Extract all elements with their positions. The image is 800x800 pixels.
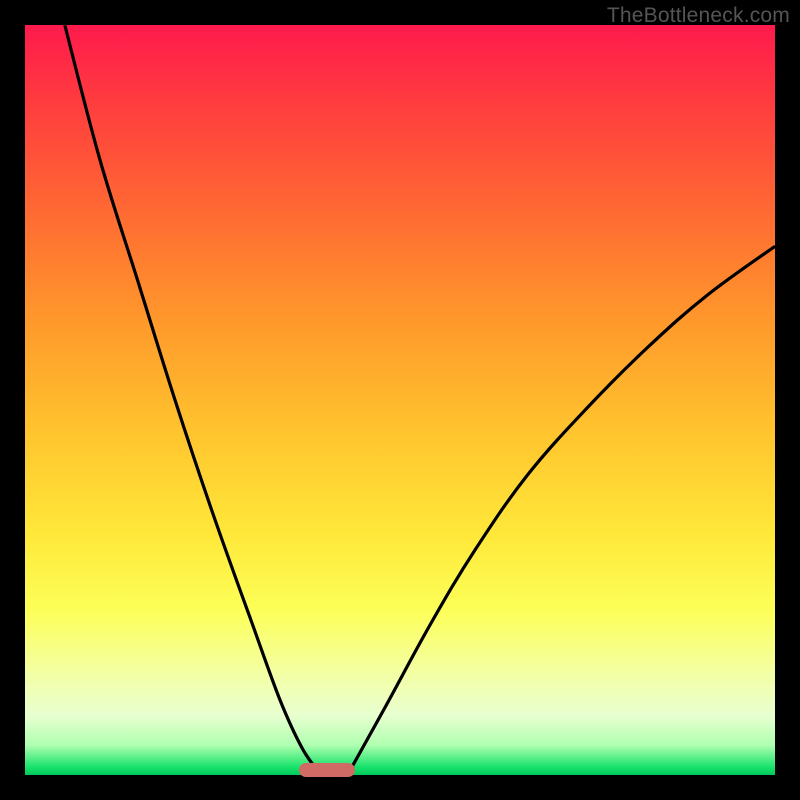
curves-svg xyxy=(25,25,775,775)
minimum-marker xyxy=(299,763,355,777)
right-curve xyxy=(348,246,776,775)
outer-frame: TheBottleneck.com xyxy=(0,0,800,800)
watermark-text: TheBottleneck.com xyxy=(607,4,790,28)
plot-area xyxy=(25,25,775,775)
left-curve xyxy=(65,25,322,775)
